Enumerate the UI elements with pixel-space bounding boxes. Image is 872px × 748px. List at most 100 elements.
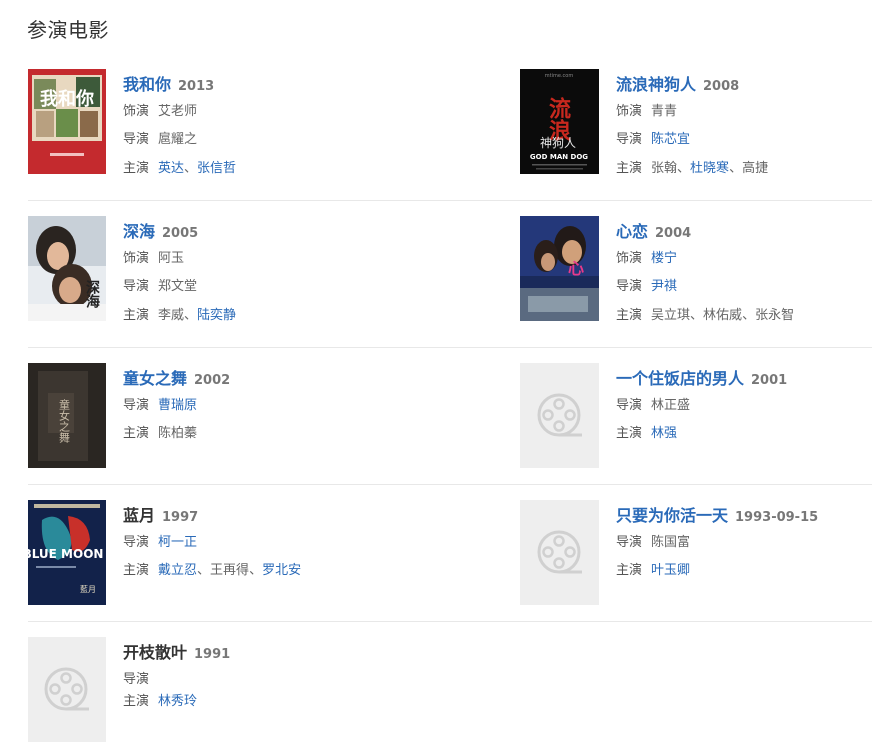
film-title[interactable]: 一个住饭店的男人: [616, 365, 744, 389]
cast-link[interactable]: 陆奕静: [197, 304, 236, 323]
cast-link[interactable]: 林强: [651, 422, 677, 441]
film-title[interactable]: 我和你: [123, 71, 171, 95]
cast-link[interactable]: 林秀玲: [158, 690, 197, 709]
film-poster[interactable]: mtime.com 流浪 神狗人 GOD MAN DOG: [520, 69, 599, 174]
director-value: 陈国富: [651, 534, 691, 550]
role-value: 艾老师: [158, 103, 198, 119]
director-link[interactable]: 尹祺: [651, 275, 677, 294]
poster-text: 童女之舞: [58, 398, 71, 444]
cast-link[interactable]: 罗北安: [262, 559, 301, 578]
film-card: 一个住饭店的男人 2001 导演 林正盛 主演 林强: [520, 363, 872, 469]
director-link[interactable]: 柯一正: [158, 531, 197, 550]
film-card: 童女之舞 童女之舞 2002 导演 曹瑞原 主演 陈柏蓁: [28, 363, 520, 469]
separator: 、: [184, 307, 198, 323]
cast-link[interactable]: 戴立忍: [158, 559, 197, 578]
film-year: 2005: [162, 226, 199, 241]
director-label: 导演: [616, 397, 643, 413]
director-label: 导演: [616, 132, 643, 148]
director-label: 导演: [616, 534, 643, 550]
cast-label: 主演: [123, 160, 150, 176]
film-reel-icon: [537, 393, 582, 436]
cast-label: 主演: [123, 563, 150, 579]
director-label: 导演: [123, 397, 150, 413]
film-poster-placeholder[interactable]: [28, 637, 106, 742]
film-year: 2013: [178, 79, 215, 94]
poster-text: 心: [568, 259, 584, 278]
director-label: 导演: [123, 132, 150, 148]
cast-value: 王再得: [210, 563, 250, 579]
film-reel-icon: [537, 530, 582, 573]
cast-label: 主演: [616, 426, 643, 442]
film-poster[interactable]: 童女之舞: [28, 363, 106, 468]
film-poster[interactable]: 心: [520, 216, 599, 321]
film-card: BLUE MOON 藍月 蓝月 1997 导演 柯一正 主演 戴立忍、王再得、罗…: [28, 500, 520, 606]
film-title[interactable]: 深海: [123, 218, 155, 242]
role-label: 饰演: [123, 103, 150, 119]
role-label: 饰演: [616, 103, 643, 119]
film-title[interactable]: 心恋: [616, 218, 648, 242]
director-value: 林正盛: [651, 397, 691, 413]
film-card: mtime.com 流浪 神狗人 GOD MAN DOG 流浪神狗人 2008 …: [520, 69, 872, 176]
film-year: 1993-09-15: [735, 510, 819, 525]
film-year: 2001: [751, 373, 788, 388]
cast-link[interactable]: 杜晓寒: [690, 157, 729, 176]
director-link[interactable]: 陈芯宜: [651, 128, 690, 147]
role-link[interactable]: 楼宁: [651, 247, 677, 266]
director-label: 导演: [123, 279, 150, 295]
cast-label: 主演: [616, 160, 643, 176]
cast-label: 主演: [123, 426, 150, 442]
cast-link[interactable]: 英达: [158, 157, 184, 176]
role-value: 阿玉: [158, 250, 185, 266]
poster-text: 深海: [84, 279, 100, 309]
film-year: 1997: [162, 510, 199, 525]
film-poster[interactable]: 我和你: [28, 69, 106, 174]
poster-text: 藍月: [80, 584, 96, 594]
cast-value: 张永智: [755, 307, 795, 323]
film-title: 开枝散叶: [123, 643, 188, 662]
poster-text: GOD MAN DOG: [530, 153, 588, 161]
film-row: 童女之舞 童女之舞 2002 导演 曹瑞原 主演 陈柏蓁 一个住饭店的男人 20…: [28, 348, 872, 485]
film-title[interactable]: 童女之舞: [123, 365, 187, 389]
cast-value: 高捷: [742, 160, 769, 176]
director-link[interactable]: 曹瑞原: [158, 394, 197, 413]
section-title: 参演电影: [27, 18, 109, 42]
role-value: 青青: [651, 103, 678, 119]
film-title: 蓝月: [123, 506, 156, 525]
director-label: 导演: [616, 279, 643, 295]
film-row: 开枝散叶 1991 导演 主演 林秀玲: [28, 622, 872, 748]
film-row: 深海 深海 2005 饰演 阿玉 导演 郑文堂 主演 李威、陆奕静 心 心恋 2…: [28, 201, 872, 348]
director-value: 扈耀之: [158, 132, 198, 148]
separator: 、: [677, 160, 691, 176]
role-label: 饰演: [123, 250, 150, 266]
cast-label: 主演: [123, 307, 150, 323]
separator: 、: [184, 160, 198, 176]
poster-text: mtime.com: [545, 73, 574, 79]
film-card: 深海 深海 2005 饰演 阿玉 导演 郑文堂 主演 李威、陆奕静: [28, 216, 520, 323]
cast-value: 吴立琪: [651, 307, 691, 323]
cast-link[interactable]: 叶玉卿: [651, 559, 690, 578]
film-card: 开枝散叶 1991 导演 主演 林秀玲: [28, 637, 520, 743]
film-card: 我和你 我和你 2013 饰演 艾老师 导演 扈耀之 主演 英达 、 张信哲: [28, 69, 520, 176]
film-poster-placeholder[interactable]: [520, 500, 599, 605]
separator: 、: [197, 563, 211, 579]
film-title[interactable]: 只要为你活一天: [616, 502, 728, 526]
cast-link[interactable]: 张信哲: [197, 157, 236, 176]
film-grid: 我和你 我和你 2013 饰演 艾老师 导演 扈耀之 主演 英达 、 张信哲 m…: [28, 69, 872, 748]
poster-text: 神狗人: [540, 136, 576, 150]
film-poster[interactable]: BLUE MOON 藍月: [28, 500, 106, 605]
film-reel-icon: [44, 667, 89, 710]
film-card: 心 心恋 2004 饰演 楼宁 导演 尹祺 主演 吴立琪、林佑威、张永智: [520, 216, 872, 323]
cast-label: 主演: [616, 563, 643, 579]
film-poster-placeholder[interactable]: [520, 363, 599, 468]
poster-text: 我和你: [40, 88, 94, 110]
separator: 、: [729, 160, 743, 176]
cast-label: 主演: [123, 694, 150, 709]
role-label: 饰演: [616, 250, 643, 266]
film-poster[interactable]: 深海: [28, 216, 106, 321]
film-title[interactable]: 流浪神狗人: [616, 71, 696, 95]
cast-label: 主演: [616, 307, 643, 323]
film-row: BLUE MOON 藍月 蓝月 1997 导演 柯一正 主演 戴立忍、王再得、罗…: [28, 485, 872, 622]
separator: 、: [249, 563, 263, 579]
film-year: 2002: [194, 373, 231, 388]
director-label: 导演: [123, 671, 150, 687]
